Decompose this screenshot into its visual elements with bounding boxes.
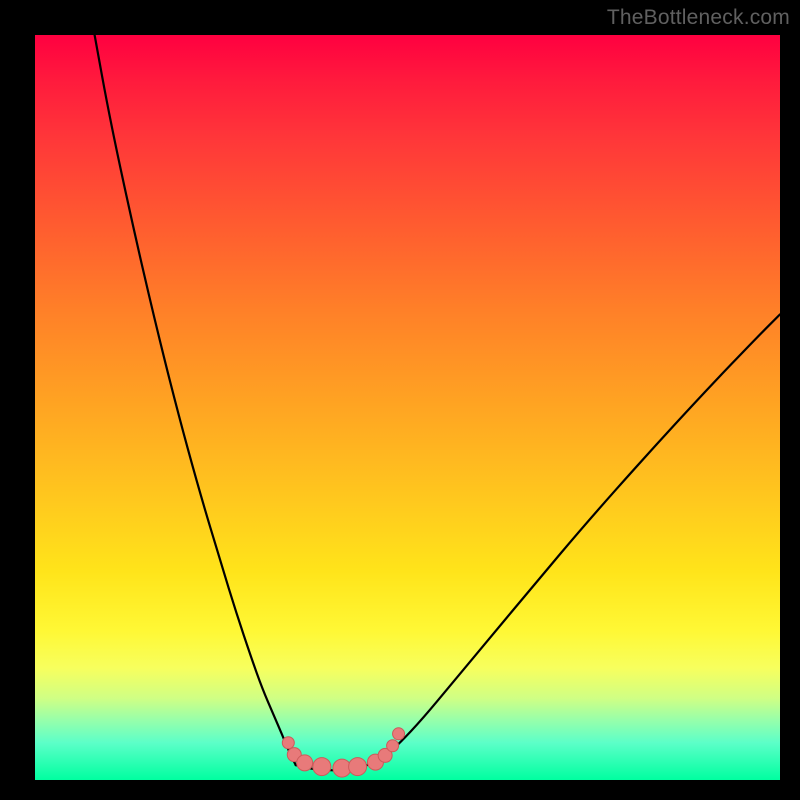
valley-stitch [313,758,331,776]
curve-right-branch [374,314,780,762]
valley-stitch [387,740,399,752]
plot-area [35,35,780,780]
chart-frame: TheBottleneck.com [0,0,800,800]
curve-layer [35,35,780,780]
valley-stitch [393,728,405,740]
valley-stitch [282,737,294,749]
valley-stitch [349,758,367,776]
valley-stitch [297,755,313,771]
valley-stitch-group [282,728,404,777]
curve-left-branch [95,35,296,765]
watermark-text: TheBottleneck.com [607,6,790,30]
